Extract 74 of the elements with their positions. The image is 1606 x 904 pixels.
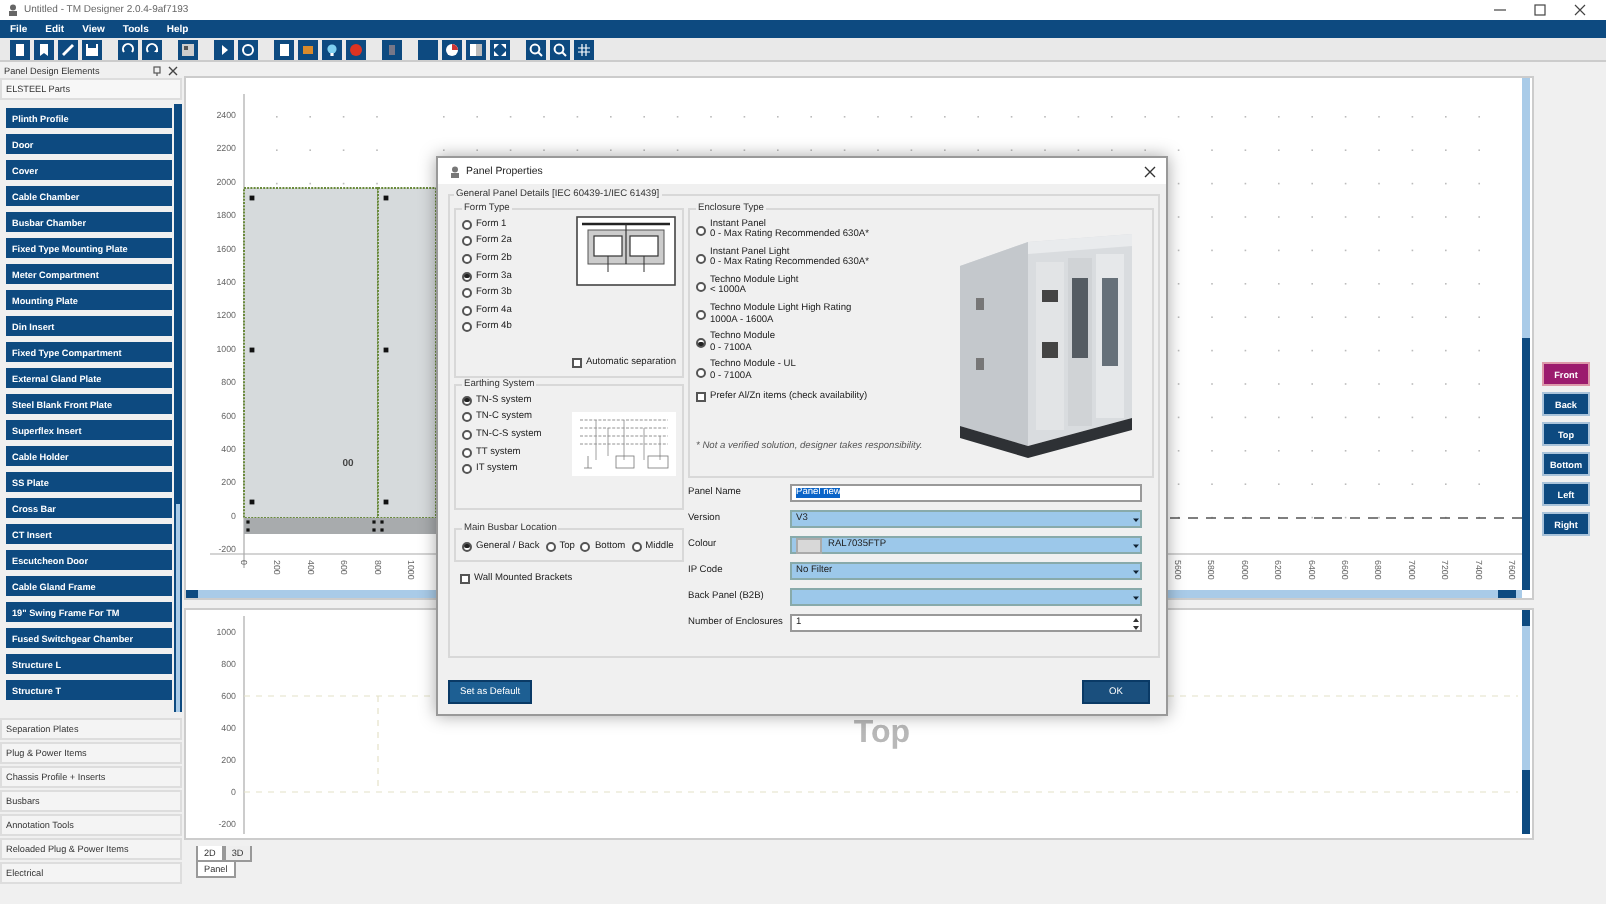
caret-icon	[1132, 567, 1140, 575]
radio-button[interactable]	[580, 541, 591, 551]
radio-button[interactable]	[696, 225, 706, 236]
form-diagram-drawing	[576, 216, 676, 286]
close-icon[interactable]	[168, 65, 178, 75]
spinner-arrows-icon[interactable]	[1132, 615, 1140, 631]
radio-button[interactable]	[462, 236, 472, 247]
blank-icon[interactable]	[418, 39, 438, 59]
page-icon[interactable]	[274, 39, 294, 59]
handle-point[interactable]	[249, 347, 255, 353]
scrollbar[interactable]	[174, 104, 182, 712]
caret-icon	[1132, 593, 1140, 601]
brush-icon[interactable]	[58, 39, 78, 59]
document-icon[interactable]	[10, 39, 30, 59]
checkbox[interactable]	[696, 391, 706, 402]
radio-button[interactable]	[462, 322, 472, 333]
handle-point[interactable]	[383, 195, 389, 201]
bookmark-icon[interactable]	[34, 39, 54, 59]
close-icon[interactable]	[1144, 165, 1156, 177]
expand-icon[interactable]	[490, 39, 510, 59]
handle-point[interactable]	[372, 528, 376, 532]
zoom-out-icon[interactable]	[550, 39, 570, 59]
radio-button[interactable]	[462, 447, 472, 458]
user-icon	[450, 165, 460, 177]
scrollbar[interactable]	[1522, 610, 1530, 834]
radio-button[interactable]	[696, 253, 706, 264]
maximize-icon[interactable]	[1534, 4, 1546, 16]
close-icon[interactable]	[1574, 4, 1586, 16]
caret-icon	[1132, 541, 1140, 549]
radio-button[interactable]	[631, 541, 642, 551]
redo-icon[interactable]	[142, 39, 162, 59]
handle-point[interactable]	[383, 499, 389, 505]
handle-point[interactable]	[383, 347, 389, 353]
stop-icon[interactable]	[346, 39, 366, 59]
pattern-icon[interactable]	[178, 39, 198, 59]
radio-button[interactable]	[545, 541, 556, 551]
earthing-diagram-drawing	[572, 412, 676, 476]
pin-icon[interactable]	[152, 65, 162, 75]
radio-button[interactable]	[462, 412, 472, 423]
radio-button[interactable]	[696, 310, 706, 321]
radio-button[interactable]	[696, 281, 706, 292]
page-icon[interactable]	[382, 39, 402, 59]
radio-button[interactable]	[462, 305, 472, 316]
undo-icon[interactable]	[118, 39, 138, 59]
radio-button[interactable]	[462, 288, 472, 299]
caret-icon	[1132, 515, 1140, 523]
zoom-in-icon[interactable]	[526, 39, 546, 59]
app-icon	[8, 4, 18, 16]
checkbox[interactable]	[460, 573, 470, 584]
grid-icon[interactable]	[574, 39, 594, 59]
refresh-icon[interactable]	[238, 39, 258, 59]
save-icon[interactable]	[82, 39, 102, 59]
view-label: Top	[853, 716, 911, 750]
radio-button[interactable]	[462, 253, 472, 264]
half-page-icon[interactable]	[466, 39, 486, 59]
handle-point[interactable]	[249, 499, 255, 505]
handle-point[interactable]	[380, 528, 384, 532]
handle-point[interactable]	[246, 528, 250, 532]
package-icon[interactable]	[298, 39, 318, 59]
radio-button[interactable]	[696, 367, 706, 378]
radio-button[interactable]	[462, 429, 472, 440]
pie-icon[interactable]	[442, 39, 462, 59]
bulb-icon[interactable]	[322, 39, 342, 59]
handle-point[interactable]	[249, 195, 255, 201]
radio-button[interactable]	[462, 395, 472, 406]
scrollbar[interactable]	[1522, 78, 1530, 590]
radio-button[interactable]	[462, 541, 472, 551]
play-icon[interactable]	[214, 39, 234, 59]
radio-button[interactable]	[462, 219, 472, 230]
radio-button[interactable]	[462, 464, 472, 475]
checkbox[interactable]	[571, 358, 582, 369]
radio-button[interactable]	[462, 271, 472, 282]
radio-button[interactable]	[696, 338, 706, 349]
minimize-icon[interactable]	[1494, 4, 1506, 16]
